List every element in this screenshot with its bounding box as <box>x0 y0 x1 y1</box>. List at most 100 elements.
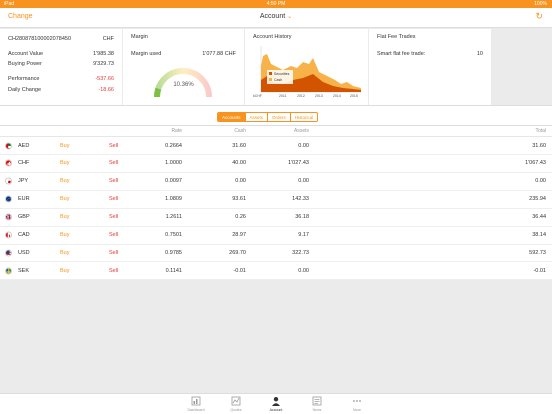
cash-cell: 269.70 <box>229 249 246 256</box>
assets-cell: 0.00 <box>298 267 309 274</box>
sell-button[interactable]: Sell <box>109 196 118 202</box>
status-battery: 100% <box>534 1 547 7</box>
flag-cad-icon <box>5 231 12 239</box>
segment-assets[interactable]: Assets <box>245 113 269 121</box>
tab-quotes[interactable]: Quotes <box>216 396 256 412</box>
status-bar: iPad 4:50 PM 100% <box>0 0 552 8</box>
table-row[interactable]: JPY Buy Sell 0.0097 0.00 0.00 0.00 <box>0 173 552 191</box>
rate-cell: 0.2664 <box>165 142 182 149</box>
total-cell: 235.94 <box>529 196 546 203</box>
table-row[interactable]: CHF Buy Sell 1.0000 40.00 1'027.43 1'067.43 <box>0 155 552 173</box>
cash-cell: -0.01 <box>233 267 246 274</box>
nav-bar: Change Account ⌄ ↻ <box>0 8 552 28</box>
buy-button[interactable]: Buy <box>60 143 69 149</box>
header-assets: Assets <box>293 128 309 134</box>
quotes-icon <box>231 396 241 406</box>
buy-button[interactable]: Buy <box>60 232 69 238</box>
sell-button[interactable]: Sell <box>109 250 118 256</box>
header-rate: Rate <box>171 128 182 134</box>
cash-cell: 40.00 <box>232 160 246 167</box>
account-value: 1'985.38 <box>93 51 114 57</box>
total-cell: 31.60 <box>532 142 546 149</box>
margin-gauge <box>153 68 212 98</box>
total-cell: 38.14 <box>532 232 546 238</box>
tab-dashboard-label: Dashboard <box>187 408 205 412</box>
flag-eur-icon <box>5 195 12 203</box>
sell-button[interactable]: Sell <box>109 160 118 166</box>
assets-cell: 1'027.43 <box>288 160 309 167</box>
sell-button[interactable]: Sell <box>109 143 118 149</box>
total-cell: 0.00 <box>535 178 546 185</box>
table-row[interactable]: USD Buy Sell 0.9785 269.70 322.73 592.73 <box>0 244 552 263</box>
assets-cell: 9.17 <box>298 232 309 238</box>
refresh-icon[interactable]: ↻ <box>535 11 543 22</box>
segment-bar: Accounts Assets Orders Historical <box>0 105 552 126</box>
buy-button[interactable]: Buy <box>60 214 69 220</box>
segment-historical[interactable]: Historical <box>290 113 318 121</box>
cash-cell: 28.97 <box>232 232 246 238</box>
more-icon <box>353 400 361 402</box>
legend-securities: Securities <box>274 72 290 76</box>
buying-power-value: 9'329.73 <box>93 61 114 67</box>
margin-title: Margin <box>131 34 148 40</box>
account-title[interactable]: Account ⌄ <box>0 13 552 20</box>
right-spacer <box>491 29 552 105</box>
daily-change-value: -18.66 <box>98 87 114 93</box>
flat-fee-label: Smart flat fee trade: <box>377 51 426 57</box>
rate-cell: 1.0809 <box>165 196 182 203</box>
flag-chf-icon <box>5 159 12 167</box>
buy-button[interactable]: Buy <box>60 250 69 256</box>
buy-button[interactable]: Buy <box>60 178 69 184</box>
table-row[interactable]: CAD Buy Sell 0.7501 28.97 9.17 38.14 <box>0 227 552 245</box>
tab-account[interactable]: Account <box>256 396 296 412</box>
buy-button[interactable]: Buy <box>60 268 69 274</box>
account-currency: CHF <box>102 36 114 42</box>
assets-cell: 322.73 <box>292 249 309 256</box>
table-row[interactable]: EUR Buy Sell 1.0809 93.61 142.33 235.94 <box>0 191 552 209</box>
x-tick-2012: 2012 <box>297 94 305 98</box>
assets-cell: 0.00 <box>298 142 309 149</box>
sell-button[interactable]: Sell <box>109 214 118 220</box>
margin-used-label: Margin used <box>131 51 162 57</box>
cash-cell: 0.00 <box>235 178 246 185</box>
rate-cell: 1.0000 <box>165 160 182 167</box>
tab-more[interactable]: More <box>337 396 377 412</box>
sell-button[interactable]: Sell <box>109 268 118 274</box>
buy-button[interactable]: Buy <box>60 196 69 202</box>
x-tick-2011: 2011 <box>279 94 287 98</box>
rate-cell: 0.9785 <box>165 249 182 256</box>
news-icon <box>312 396 322 406</box>
tab-more-label: More <box>353 408 361 412</box>
buy-button[interactable]: Buy <box>60 160 69 166</box>
accounts-table: Rate Cash Assets Total AED Buy Sell 0.2664 3… <box>0 126 552 281</box>
table-row[interactable]: GBP Buy Sell 1.2611 0.26 36.18 36.44 <box>0 209 552 227</box>
flag-usd-icon <box>5 249 12 257</box>
header-total: Total <box>535 128 546 134</box>
tab-news[interactable]: News <box>297 396 337 412</box>
currency-code: USD <box>18 249 30 256</box>
tab-quotes-label: Quotes <box>230 408 242 412</box>
table-row[interactable]: AED Buy Sell 0.2664 31.60 0.00 31.60 <box>0 137 552 155</box>
x-tick-2015: 2015 <box>350 94 358 98</box>
tab-dashboard[interactable]: Dashboard <box>176 396 216 412</box>
flag-gbp-icon <box>5 213 12 221</box>
sell-button[interactable]: Sell <box>109 178 118 184</box>
segment-orders[interactable]: Orders <box>268 113 291 121</box>
gauge-fill <box>153 87 162 98</box>
account-id: CH280878100002078450 <box>8 36 72 42</box>
flat-fee-value: 10 <box>476 51 483 57</box>
segmented-control: Accounts Assets Orders Historical <box>217 112 319 122</box>
total-cell: 592.73 <box>529 249 546 256</box>
sell-button[interactable]: Sell <box>109 232 118 238</box>
account-icon <box>272 397 280 406</box>
account-history-panel: Account History Securities Cash kCHF 201… <box>245 29 368 105</box>
x-tick-2014: 2014 <box>333 94 341 98</box>
total-cell: 36.44 <box>532 214 546 221</box>
segment-accounts[interactable]: Accounts <box>218 113 246 121</box>
chevron-down-icon: ⌄ <box>287 14 293 20</box>
daily-change-label: Daily Change <box>8 87 42 93</box>
margin-panel: Margin Margin used 1'077.88 CHF 10.36% <box>123 29 244 105</box>
x-tick-2013: 2013 <box>315 94 323 98</box>
legend-cash: Cash <box>274 78 282 82</box>
table-row[interactable]: SEK Buy Sell 0.1141 -0.01 0.00 -0.01 <box>0 262 552 281</box>
